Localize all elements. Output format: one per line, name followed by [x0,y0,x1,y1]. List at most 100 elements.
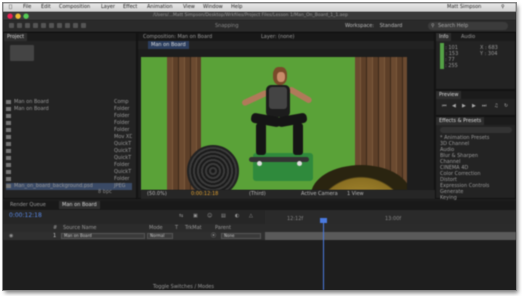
selection-tool-icon[interactable] [9,23,14,28]
graph-editor-icon[interactable]: △ [249,213,253,219]
snapping-label[interactable]: Snapping [215,22,239,30]
pan-behind-tool-icon[interactable] [49,23,54,28]
current-timecode[interactable]: 0:00:12:18 [191,190,218,199]
tab-man-on-board[interactable]: Man on Board [148,41,189,49]
project-item-type: QuickT [114,148,132,154]
user-name: Matt Simpson [447,4,482,10]
tab-audio[interactable]: Audio [458,33,478,41]
menu-animation[interactable]: Animation [147,3,173,12]
zoom-tool-icon[interactable] [25,23,30,28]
project-list-item[interactable]: Folder [6,120,132,127]
project-list-item[interactable]: Mov XD [6,134,132,141]
close-window-icon[interactable]: ● [7,12,13,20]
layer-duration-bar[interactable] [265,232,516,240]
project-item-type: Folder [114,113,130,119]
project-list-item[interactable]: Folder [6,113,132,120]
play-icon[interactable]: ▶ [462,103,466,109]
layer-mode-dropdown[interactable]: Normal [147,233,173,239]
resolution-dropdown[interactable]: (Third) [249,190,266,199]
views-dropdown[interactable]: 1 View [347,190,364,199]
zoom-window-icon[interactable]: ● [23,12,29,20]
project-item-type: Folder [114,176,130,182]
pen-tool-icon[interactable] [65,23,70,28]
frame-blending-icon[interactable]: ▤ [221,213,226,219]
current-time-indicator[interactable] [323,221,324,290]
prev-frame-icon[interactable]: ◀ [452,103,456,109]
comp-mini-flowchart-icon[interactable]: ⇆ [179,213,183,219]
info-panel: Info Audio R : 101 G : 153 B : 77 A : 25… [435,32,516,90]
last-frame-icon[interactable]: ⏭ [482,103,487,109]
camera-tool-icon[interactable] [41,23,46,28]
column-source-name[interactable]: Source Name [63,224,97,232]
workspace-select[interactable]: Workspace: Standard [345,22,415,30]
project-item-type: QuickT [114,141,132,147]
menu-help[interactable]: Help [231,3,242,12]
bit-depth[interactable]: 8 bpc [98,189,112,195]
composition-viewer[interactable] [141,57,407,190]
tab-effects-presets[interactable]: Effects & Presets [436,117,485,125]
menu-view[interactable]: View [183,3,195,12]
column-mode[interactable]: Mode [149,224,163,232]
project-item-type: JPEG [114,183,126,189]
visibility-eye-icon[interactable]: ◉ [9,232,13,240]
menu-window[interactable]: Window [203,3,223,12]
text-tool-icon[interactable] [73,23,78,28]
search-help-input[interactable]: ⚲ Search Help [428,22,508,30]
project-list-item[interactable]: Folder [6,176,132,183]
project-list-item[interactable]: Folder [6,162,132,169]
timeline-layer-row[interactable]: ◉ 1 Man on Board Normal ⦿ None [3,232,265,240]
column-trkmat[interactable]: TrkMat [185,224,202,232]
project-list-item[interactable]: Folder [6,127,132,134]
project-list-item[interactable]: QuickT [6,148,132,155]
camera-dropdown[interactable]: Active Camera [301,190,338,199]
hide-shy-icon[interactable]: ☺ [207,213,212,219]
menu-composition[interactable]: Composition [59,3,90,12]
toggle-switches-modes[interactable]: Toggle Switches / Modes [153,284,214,290]
minimize-window-icon[interactable]: ● [15,12,21,20]
zoom-dropdown[interactable]: (50.0%) [147,190,167,199]
audio-icon[interactable]: ♫ [494,103,498,109]
menu-effect[interactable]: Effect [123,3,137,12]
tab-preview[interactable]: Preview [436,91,462,99]
loop-icon[interactable]: ↻ [504,103,508,109]
layer-name[interactable]: Man on Board [61,233,145,239]
next-frame-icon[interactable]: ▶ [472,103,476,109]
actor-left-shin [256,123,266,155]
effects-search-input[interactable] [440,127,512,133]
tab-render-queue[interactable]: Render Queue [7,201,49,209]
project-list-item[interactable]: Man_on_board_background.psd JPEG [6,183,132,190]
tab-project[interactable]: Project [4,33,28,41]
title-bar: ● ● ● /Users/...Matt Simpson/Desktop/Wrk… [3,12,516,20]
project-list-item[interactable]: QuickT [6,169,132,176]
project-list-item[interactable]: QuickT [6,155,132,162]
rotate-tool-icon[interactable] [33,23,38,28]
spotlight-icon[interactable]: ⚲ [501,3,505,12]
motion-blur-icon[interactable]: ◐ [235,213,239,219]
file-icon [6,155,11,160]
first-frame-icon[interactable]: ⏮ [442,103,447,109]
composition-header[interactable]: Composition: Man on Board [140,33,215,41]
column-parent[interactable]: Parent [215,224,231,232]
tab-info[interactable]: Info [436,33,452,41]
project-list-item[interactable]: Man on Board Folder [6,106,132,113]
project-list-item[interactable]: Man on Board Comp [6,99,132,106]
brush-tool-icon[interactable] [81,23,86,28]
time-ruler[interactable]: 12:12f 13:00f [265,210,516,224]
parent-pickwhip-icon[interactable]: ⦿ [211,232,216,240]
timeline-panel: Render Queue Man on Board 0:00:12:18 ⇆ ▣… [3,201,516,290]
layer-tab[interactable]: Layer: (none) [258,33,298,41]
timeline-timecode[interactable]: 0:00:12:18 [9,212,42,219]
menu-file[interactable]: File [23,3,31,12]
actor-left-arm [241,89,269,107]
tab-timeline-man-on-board[interactable]: Man on Board [59,201,100,209]
apple-icon[interactable]:  [9,3,12,12]
draft-3d-icon[interactable]: ▣ [193,213,198,219]
mask-tool-icon[interactable] [57,23,62,28]
project-item-type: Comp [114,99,129,105]
project-list-item[interactable]: QuickT [6,141,132,148]
hand-tool-icon[interactable] [17,23,22,28]
layer-parent-dropdown[interactable]: None [221,233,261,239]
workspace-label: Workspace: [345,23,375,29]
menu-layer[interactable]: Layer [101,3,115,12]
menu-edit[interactable]: Edit [41,3,51,12]
